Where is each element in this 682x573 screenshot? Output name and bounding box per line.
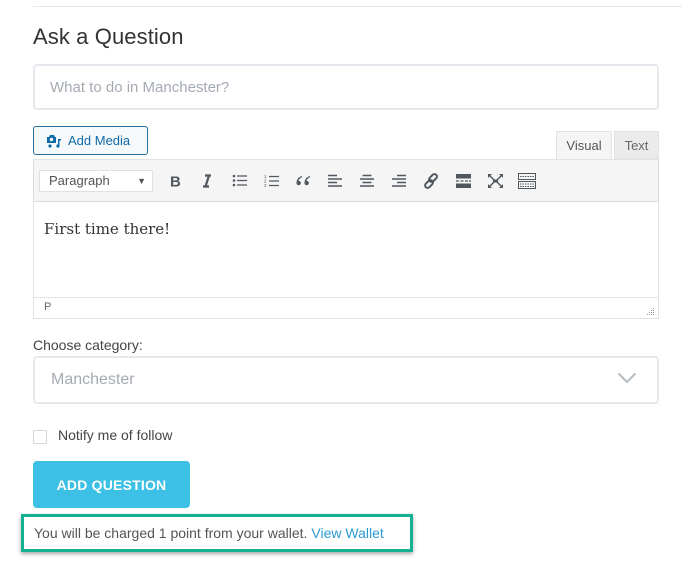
tab-text[interactable]: Text: [614, 131, 659, 159]
top-divider: [33, 6, 682, 7]
blockquote-button[interactable]: [287, 168, 319, 194]
add-media-label: Add Media: [68, 133, 131, 148]
question-title-input[interactable]: [33, 64, 659, 110]
numbered-list-icon: 123: [264, 174, 279, 188]
category-label: Choose category:: [33, 337, 143, 353]
format-select[interactable]: Paragraph ▼: [39, 169, 153, 192]
add-media-button[interactable]: Add Media: [33, 126, 148, 155]
bullet-list-icon: [232, 174, 247, 187]
align-left-icon: [328, 174, 342, 187]
bold-button[interactable]: B: [159, 168, 191, 194]
editor-content[interactable]: First time there!: [34, 202, 658, 297]
svg-text:B: B: [170, 174, 181, 188]
add-question-button[interactable]: ADD QUESTION: [33, 461, 190, 508]
tab-visual[interactable]: Visual: [556, 131, 612, 159]
numbered-list-button[interactable]: 123: [255, 168, 287, 194]
fullscreen-button[interactable]: [479, 168, 511, 194]
insert-link-button[interactable]: [415, 168, 447, 194]
notify-checkbox[interactable]: [33, 430, 47, 444]
keyboard-icon: [518, 172, 536, 189]
align-center-button[interactable]: [351, 168, 383, 194]
link-icon: [424, 172, 438, 189]
page-title: Ask a Question: [33, 24, 184, 49]
read-more-button[interactable]: [447, 168, 479, 194]
fullscreen-icon: [487, 173, 503, 188]
view-wallet-link[interactable]: View Wallet: [311, 525, 383, 541]
read-more-icon: [455, 173, 471, 188]
italic-icon: [203, 173, 211, 188]
bulleted-list-button[interactable]: [223, 168, 255, 194]
align-center-icon: [360, 174, 374, 187]
format-select-value: Paragraph: [49, 173, 110, 188]
charge-notice: You will be charged 1 point from your wa…: [21, 514, 413, 552]
rich-text-editor: Paragraph ▼ B 123 First time there! P: [33, 159, 659, 319]
bold-icon: B: [170, 174, 181, 188]
category-selected-value: Manchester: [51, 371, 135, 388]
element-path[interactable]: P: [44, 301, 51, 313]
category-select[interactable]: Manchester: [33, 356, 659, 404]
resize-handle-icon[interactable]: [647, 307, 655, 315]
notify-follow-row[interactable]: Notify me of follow: [33, 426, 172, 444]
align-right-button[interactable]: [383, 168, 415, 194]
editor-toolbar: Paragraph ▼ B 123: [34, 160, 658, 202]
notify-label: Notify me of follow: [58, 427, 173, 443]
media-icon: [46, 134, 62, 148]
charge-notice-text: You will be charged 1 point from your wa…: [34, 525, 308, 541]
toolbar-toggle-button[interactable]: [511, 168, 543, 194]
align-left-button[interactable]: [319, 168, 351, 194]
caret-down-icon: ▼: [137, 175, 146, 186]
chevron-down-icon: [617, 371, 637, 389]
editor-status-bar: P: [34, 297, 658, 318]
quote-icon: [296, 175, 310, 185]
italic-button[interactable]: [191, 168, 223, 194]
svg-text:3: 3: [264, 183, 267, 188]
align-right-icon: [392, 174, 406, 187]
